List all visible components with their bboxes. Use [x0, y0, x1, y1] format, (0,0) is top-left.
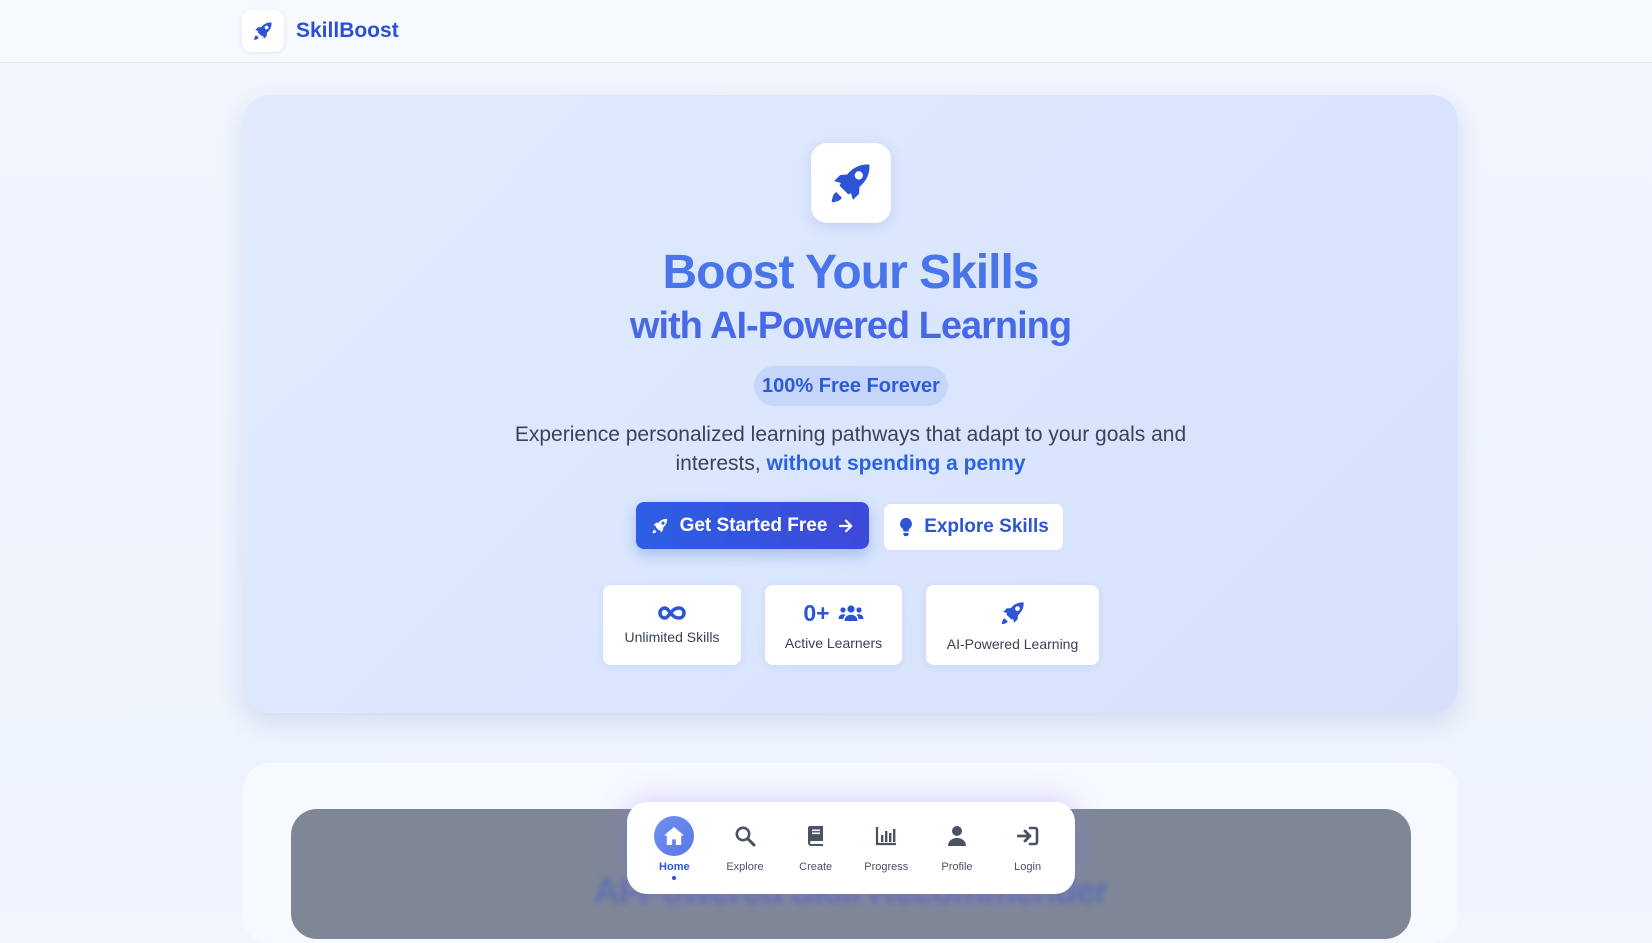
infinity-icon [658, 606, 686, 620]
home-icon [664, 827, 685, 845]
hero-subtitle: with AI-Powered Learning [629, 305, 1072, 347]
book-icon [807, 826, 823, 846]
nav-label: Progress [864, 861, 909, 873]
hero-section: Boost Your Skills with AI-Powered Learni… [243, 95, 1458, 713]
hero-description-highlight: without spending a penny [766, 452, 1026, 475]
rocket-icon [1001, 602, 1024, 625]
login-icon [1016, 826, 1038, 846]
chart-icon [876, 827, 897, 846]
rocket-icon [254, 22, 272, 40]
get-started-label: Get Started Free [679, 514, 828, 536]
stat-card-ai-powered: AI-Powered Learning [926, 585, 1099, 665]
stat-value-row: 0+ [803, 599, 864, 627]
active-indicator [672, 876, 677, 880]
nav-label: Create [799, 861, 833, 873]
nav-icon-wrap [1008, 816, 1048, 856]
hero-title: Boost Your Skills [662, 246, 1040, 299]
brand[interactable]: SkillBoost [242, 10, 399, 52]
hero-description: Experience personalized learning pathway… [493, 420, 1208, 478]
nav-icon-wrap [866, 816, 906, 856]
rocket-icon [652, 518, 667, 533]
nav-label: Profile [941, 861, 973, 873]
lightbulb-icon [900, 517, 913, 537]
nav-label: Explore [726, 861, 764, 873]
hero-rocket-badge [811, 143, 891, 223]
nav-icon-wrap [725, 816, 765, 856]
top-navbar: SkillBoost [0, 0, 1652, 63]
stat-label: AI-Powered Learning [946, 636, 1079, 652]
stat-card-unlimited-skills: Unlimited Skills [603, 585, 741, 665]
stat-label: Active Learners [784, 634, 883, 651]
nav-item-profile[interactable]: Profile [925, 816, 989, 873]
brand-name: SkillBoost [296, 19, 399, 42]
users-icon [838, 605, 864, 621]
user-icon [947, 826, 966, 846]
free-badge: 100% Free Forever [754, 366, 948, 406]
nav-item-explore[interactable]: Explore [713, 816, 777, 873]
nav-item-create[interactable]: Create [784, 816, 848, 873]
nav-icon-wrap [937, 816, 977, 856]
stat-value: 0+ [803, 599, 830, 626]
search-icon [735, 826, 756, 847]
rocket-icon [831, 164, 870, 203]
nav-icon-wrap [796, 816, 836, 856]
arrow-right-icon [839, 519, 853, 532]
get-started-button[interactable]: Get Started Free [636, 502, 869, 549]
stat-card-active-learners: 0+ Active Learners [765, 585, 902, 665]
stat-label: Unlimited Skills [624, 629, 720, 645]
explore-skills-button[interactable]: Explore Skills [882, 502, 1065, 552]
brand-logo [242, 10, 284, 52]
nav-label: Home [659, 861, 690, 873]
bottom-nav: Home Explore Create Progress Profile Log… [627, 802, 1075, 894]
nav-label: Login [1014, 861, 1042, 873]
nav-icon-wrap [654, 816, 695, 856]
nav-item-progress[interactable]: Progress [854, 816, 918, 873]
nav-item-home[interactable]: Home [642, 816, 706, 880]
nav-item-login[interactable]: Login [996, 816, 1060, 873]
explore-skills-label: Explore Skills [924, 516, 1049, 537]
